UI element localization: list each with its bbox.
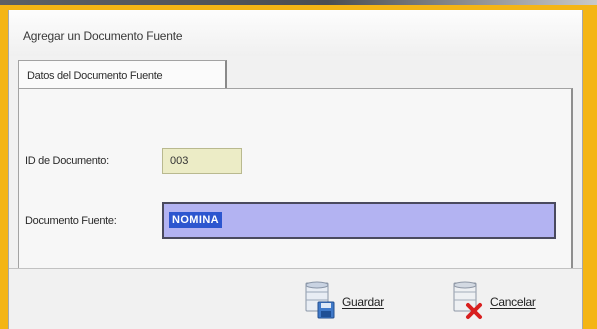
dialog-window: Agregar un Documento Fuente Datos del Do… [8, 10, 583, 329]
tab-panel [18, 88, 573, 269]
database-cancel-icon [452, 280, 484, 320]
title-bar[interactable]: Agregar un Documento Fuente [9, 10, 582, 56]
window-title: Agregar un Documento Fuente [23, 29, 183, 43]
database-save-icon [304, 280, 336, 320]
tab-datos-documento[interactable]: Datos del Documento Fuente [18, 60, 227, 89]
cancel-button[interactable]: Cancelar [452, 280, 562, 324]
id-documento-label: ID de Documento: [25, 155, 109, 167]
screen: Agregar un Documento Fuente Datos del Do… [0, 0, 597, 329]
selected-text: NOMINA [169, 212, 223, 228]
save-label: Guardar [342, 295, 384, 309]
save-button[interactable]: Guardar [304, 280, 404, 324]
cancel-label: Cancelar [490, 295, 536, 309]
documento-fuente-label: Documento Fuente: [25, 215, 117, 227]
id-documento-field[interactable]: 003 [162, 148, 242, 174]
documento-fuente-input[interactable]: NOMINA [162, 202, 556, 239]
tab-label: Datos del Documento Fuente [27, 70, 163, 82]
